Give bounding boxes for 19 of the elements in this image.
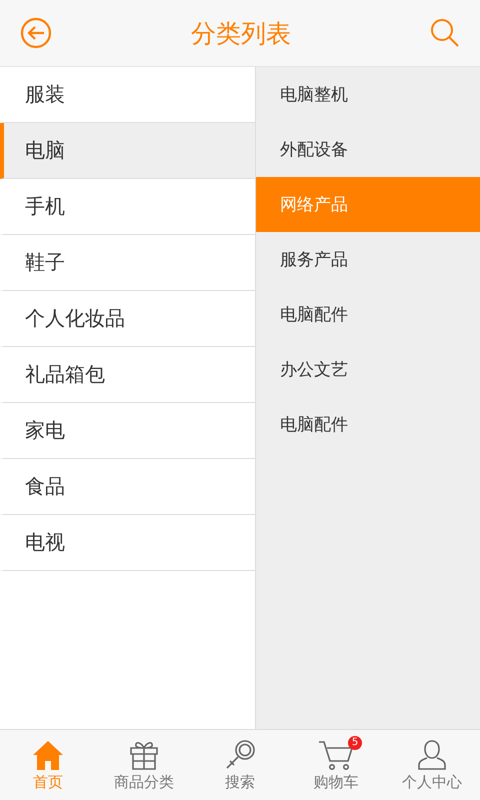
search-icon: [224, 738, 256, 770]
page-title: 分类列表: [191, 18, 291, 50]
nav-tab[interactable]: 商品分类: [96, 730, 192, 800]
nav-tab[interactable]: 搜索: [192, 730, 288, 800]
back-button[interactable]: [20, 17, 52, 49]
category-item[interactable]: 电脑: [0, 123, 255, 179]
home-icon: [32, 738, 64, 770]
subcategory-item[interactable]: 电脑配件: [256, 397, 480, 452]
search-button[interactable]: [430, 18, 460, 48]
subcategory-item[interactable]: 电脑配件: [256, 287, 480, 342]
nav-tab[interactable]: 5 购物车: [288, 730, 384, 800]
subcategory-item[interactable]: 电脑整机: [256, 67, 480, 122]
subcategory-item[interactable]: 办公文艺: [256, 342, 480, 397]
subcategory-item[interactable]: 外配设备: [256, 122, 480, 177]
person-icon: [417, 738, 447, 770]
subcategory-item[interactable]: 服务产品: [256, 232, 480, 287]
count-badge: 5: [348, 736, 362, 750]
cart-icon: [318, 738, 354, 770]
nav-tab[interactable]: 个人中心: [384, 730, 480, 800]
